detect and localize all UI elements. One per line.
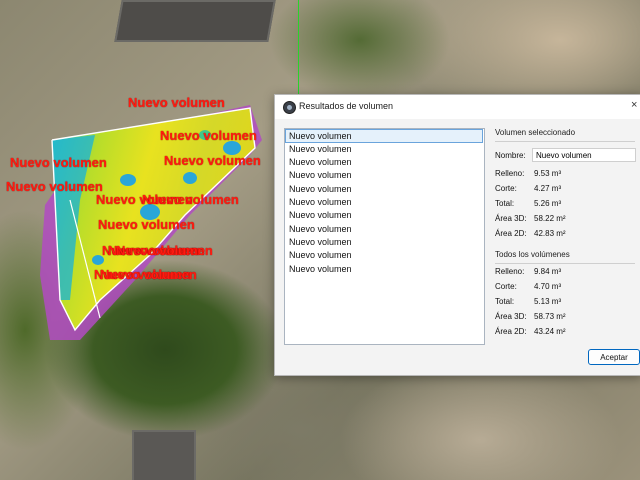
total-value: 5.13 m³ <box>534 297 562 306</box>
area2d-value: 43.24 m² <box>534 327 566 336</box>
area2d-label: Área 2D: <box>495 229 527 238</box>
area3d-value: 58.22 m² <box>534 214 566 223</box>
list-item[interactable]: Nuevo volumen <box>286 196 482 208</box>
volume-label: Nuevo volumen <box>142 192 239 207</box>
cut-value: 4.27 m³ <box>534 184 562 193</box>
area3d-label: Área 3D: <box>495 312 527 321</box>
app-icon <box>283 101 296 114</box>
fill-value: 9.84 m³ <box>534 267 562 276</box>
list-item[interactable]: Nuevo volumen <box>286 223 482 235</box>
list-item[interactable]: Nuevo volumen <box>286 249 482 261</box>
area2d-label: Área 2D: <box>495 327 527 336</box>
depression-area <box>120 174 136 186</box>
list-item[interactable]: Nuevo volumen <box>286 183 482 195</box>
list-item[interactable]: Nuevo volumen <box>286 209 482 221</box>
fill-label: Relleno: <box>495 169 525 178</box>
volume-list[interactable]: Nuevo volumen Nuevo volumen Nuevo volume… <box>284 128 485 345</box>
section-title: Volumen seleccionado <box>495 128 576 137</box>
divider <box>495 141 635 142</box>
fill-label: Relleno: <box>495 267 525 276</box>
fill-value: 9.53 m³ <box>534 169 562 178</box>
volume-label: Nuevo volumen <box>10 155 107 170</box>
accept-button[interactable]: Aceptar <box>588 349 640 365</box>
list-item[interactable]: Nuevo volumen <box>286 236 482 248</box>
volume-label: Nuevo volumen <box>128 95 225 110</box>
all-volumes-section: Todos los volúmenes Relleno: 9.84 m³ Cor… <box>487 250 639 342</box>
cut-label: Corte: <box>495 282 517 291</box>
selected-volume-section: Volumen seleccionado Nombre: Nuevo volum… <box>487 128 639 240</box>
area3d-value: 58.73 m² <box>534 312 566 321</box>
volume-results-dialog: Resultados de volumen × Nuevo volumen Nu… <box>274 94 640 376</box>
volume-label: Nuevo volumen <box>116 243 213 258</box>
cut-value: 4.70 m³ <box>534 282 562 291</box>
volume-label: Nuevo volumen <box>100 267 197 282</box>
volume-label: Nuevo volumen <box>6 179 103 194</box>
name-label: Nombre: <box>495 151 526 160</box>
total-value: 5.26 m³ <box>534 199 562 208</box>
volume-label: Nuevo volumen <box>160 128 257 143</box>
depression-area <box>183 172 197 184</box>
area3d-label: Área 3D: <box>495 214 527 223</box>
section-title: Todos los volúmenes <box>495 250 570 259</box>
total-label: Total: <box>495 199 515 208</box>
dialog-title: Resultados de volumen <box>299 101 394 111</box>
dialog-titlebar[interactable]: Resultados de volumen × <box>275 95 640 119</box>
close-icon[interactable]: × <box>631 99 637 111</box>
list-item[interactable]: Nuevo volumen <box>285 129 483 143</box>
list-item[interactable]: Nuevo volumen <box>286 169 482 181</box>
volume-label: Nuevo volumen <box>98 217 195 232</box>
area2d-value: 42.83 m² <box>534 229 566 238</box>
cut-label: Corte: <box>495 184 517 193</box>
list-item[interactable]: Nuevo volumen <box>286 156 482 168</box>
list-item[interactable]: Nuevo volumen <box>286 263 482 275</box>
divider <box>495 263 635 264</box>
list-item[interactable]: Nuevo volumen <box>286 143 482 155</box>
name-field[interactable]: Nuevo volumen <box>532 148 636 162</box>
volume-label: Nuevo volumen <box>164 153 261 168</box>
total-label: Total: <box>495 297 515 306</box>
